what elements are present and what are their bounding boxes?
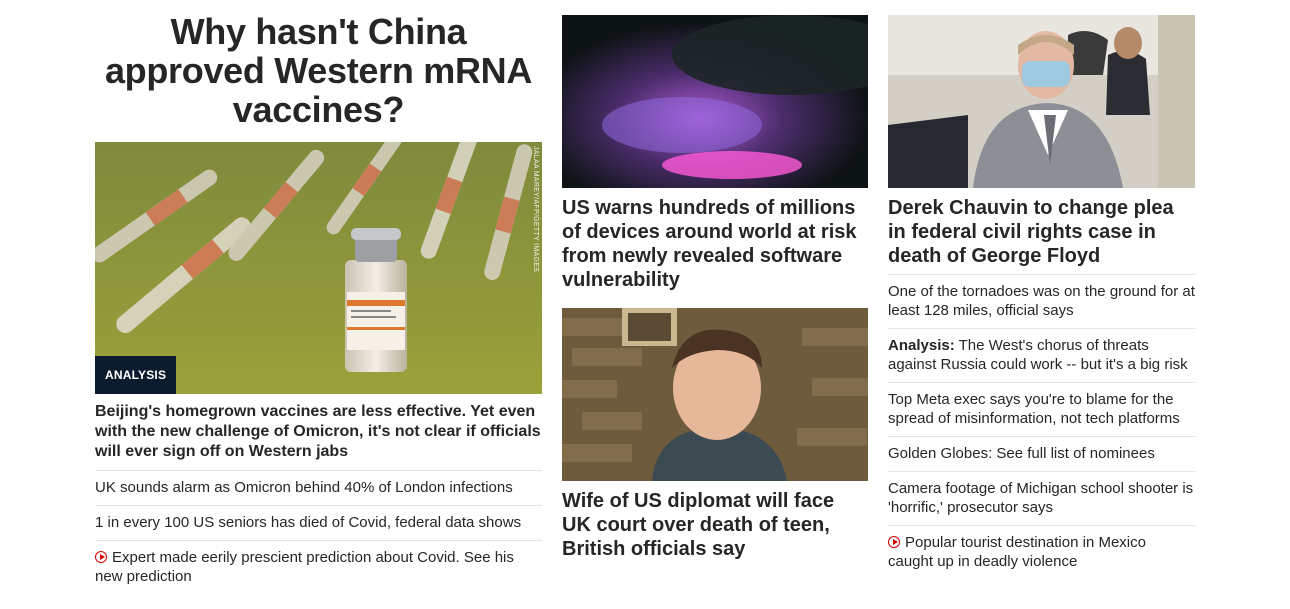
chauvin-headline[interactable]: Derek Chauvin to change plea in federal … (888, 196, 1195, 268)
analysis-label: Analysis: (888, 337, 955, 354)
headline-item-2[interactable]: Analysis: The West's chorus of threats a… (888, 329, 1195, 383)
lead-story-column: Why hasn't China approved Western mRNA v… (95, 0, 542, 594)
headline-item-1[interactable]: One of the tornadoes was on the ground f… (888, 275, 1195, 329)
headline-item-6[interactable]: Popular tourist destination in Mexico ca… (888, 526, 1195, 579)
related-link-2[interactable]: 1 in every 100 US seniors has died of Co… (95, 506, 542, 541)
link-text: 1 in every 100 US seniors has died of Co… (95, 514, 522, 531)
analysis-badge: ANALYSIS (95, 356, 177, 394)
related-link-1[interactable]: UK sounds alarm as Omicron behind 40% of… (95, 471, 542, 506)
link-text: Popular tourist destination in Mexico ca… (888, 534, 1146, 570)
story2-headline[interactable]: Wife of US diplomat will face UK court o… (562, 489, 868, 561)
video-play-icon (95, 551, 107, 563)
link-text: One of the tornadoes was on the ground f… (888, 283, 1195, 319)
photo-credit: JALAA MAREY/AFP/GETTY IMAGES (532, 146, 539, 273)
keyboard-photo (562, 15, 868, 188)
headline-item-5[interactable]: Camera footage of Michigan school shoote… (888, 472, 1195, 526)
link-text: Top Meta exec says you're to blame for t… (888, 391, 1180, 427)
link-text: Golden Globes: See full list of nominees (888, 445, 1155, 462)
story1-headline[interactable]: US warns hundreds of millions of devices… (562, 196, 868, 292)
headline-item-3[interactable]: Top Meta exec says you're to blame for t… (888, 383, 1195, 437)
story1-image[interactable] (562, 15, 868, 188)
lead-headline[interactable]: Why hasn't China approved Western mRNA v… (95, 12, 542, 129)
headline-item-4[interactable]: Golden Globes: See full list of nominees (888, 437, 1195, 472)
courtroom-photo (888, 15, 1195, 188)
lead-subheadline[interactable]: Beijing's homegrown vaccines are less ef… (95, 402, 542, 462)
middle-column: US warns hundreds of millions of devices… (562, 0, 868, 561)
teen-portrait-photo (562, 308, 868, 481)
chauvin-image[interactable] (888, 15, 1195, 188)
link-text: Expert made eerily prescient prediction … (95, 549, 514, 585)
right-column: Derek Chauvin to change plea in federal … (888, 0, 1195, 579)
lead-image[interactable]: JALAA MAREY/AFP/GETTY IMAGES ANALYSIS (95, 142, 542, 394)
lead-related-links: UK sounds alarm as Omicron behind 40% of… (95, 470, 542, 594)
related-link-3[interactable]: Expert made eerily prescient prediction … (95, 541, 542, 594)
video-play-icon (888, 536, 900, 548)
link-text: Camera footage of Michigan school shoote… (888, 480, 1194, 516)
right-headline-list: One of the tornadoes was on the ground f… (888, 274, 1195, 579)
story2-image[interactable] (562, 308, 868, 481)
link-text: UK sounds alarm as Omicron behind 40% of… (95, 479, 513, 496)
